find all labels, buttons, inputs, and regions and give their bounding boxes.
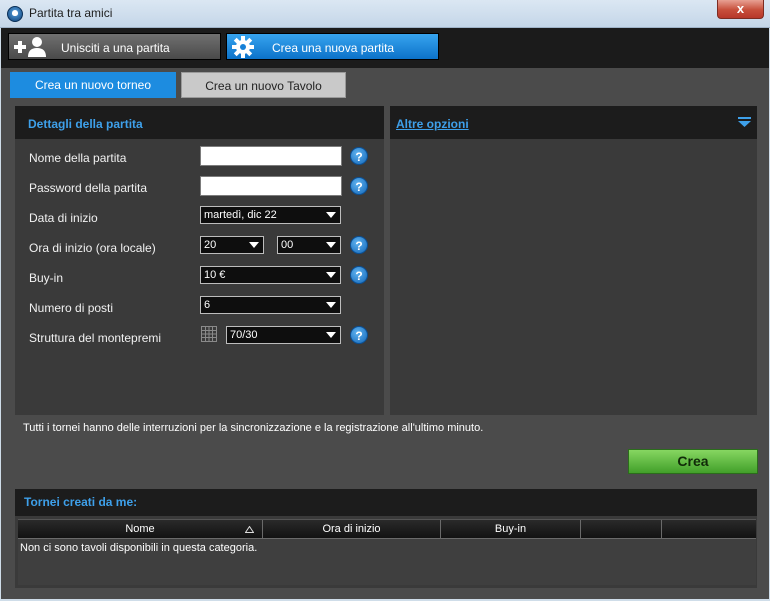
start-hour-select[interactable]: 20 (200, 236, 264, 254)
table-header: Nome Ora di inizio Buy-in (18, 520, 756, 539)
join-game-label: Unisciti a una partita (61, 41, 170, 55)
prize-structure-value: 70/30 (230, 329, 258, 341)
buyin-label: Buy-in (29, 271, 64, 285)
window-title: Partita tra amici (29, 6, 113, 20)
chevron-down-icon (326, 332, 336, 338)
buyin-select[interactable]: 10 € (200, 266, 341, 284)
game-details-title: Dettagli della partita (28, 117, 143, 131)
info-text: Tutti i tornei hanno delle interruzioni … (23, 422, 484, 434)
chevron-down-icon (326, 212, 336, 218)
game-name-input[interactable] (200, 146, 342, 166)
start-date-select[interactable]: martedì, dic 22 (200, 206, 341, 224)
column-extra-2[interactable] (661, 520, 756, 539)
start-time-label: Ora di inizio (ora locale) (29, 241, 156, 255)
calendar-icon[interactable] (201, 326, 217, 342)
start-minute-value: 00 (281, 239, 294, 251)
join-game-button[interactable]: Unisciti a una partita (8, 33, 221, 60)
help-icon[interactable]: ? (350, 147, 368, 165)
my-tournaments-title: Tornei creati da me: (24, 495, 138, 509)
more-options-link[interactable]: Altre opzioni (396, 117, 469, 131)
more-options-header[interactable]: Altre opzioni (390, 106, 757, 139)
column-start-time[interactable]: Ora di inizio (262, 520, 440, 539)
seats-select[interactable]: 6 (200, 296, 341, 314)
prize-structure-select[interactable]: 70/30 (226, 326, 341, 344)
tab-create-table[interactable]: Crea un nuovo Tavolo (181, 72, 346, 98)
chevron-down-icon (326, 272, 336, 278)
more-options-panel: Altre opzioni (390, 106, 757, 415)
chevron-down-icon (326, 302, 336, 308)
gear-icon (232, 36, 254, 58)
tab-create-tournament[interactable]: Crea un nuovo torneo (10, 72, 176, 98)
sort-ascending-icon (245, 526, 254, 533)
buyin-value: 10 € (204, 269, 226, 281)
create-button[interactable]: Crea (628, 449, 758, 474)
column-name[interactable]: Nome (18, 520, 262, 539)
seats-value: 6 (204, 299, 211, 311)
help-icon[interactable]: ? (350, 266, 368, 284)
expand-arrow-icon[interactable] (738, 117, 751, 127)
column-buyin[interactable]: Buy-in (440, 520, 580, 539)
add-user-icon (14, 37, 46, 57)
help-icon[interactable]: ? (350, 177, 368, 195)
create-game-label: Crea una nuova partita (272, 41, 395, 55)
game-password-input[interactable] (200, 176, 342, 196)
game-password-label: Password della partita (29, 181, 148, 195)
start-date-value: martedì, dic 22 (204, 209, 277, 221)
mode-bar: Unisciti a una partita Crea una nuova pa… (1, 28, 769, 68)
game-name-label: Nome della partita (29, 151, 127, 165)
chevron-down-icon (249, 242, 259, 248)
window-client: Unisciti a una partita Crea una nuova pa… (1, 28, 769, 599)
help-icon[interactable]: ? (350, 236, 368, 254)
game-details-header: Dettagli della partita (15, 106, 384, 139)
app-logo-icon (7, 6, 23, 22)
start-date-label: Data di inizio (29, 211, 98, 225)
my-tournaments-header: Tornei creati da me: (15, 489, 757, 516)
start-hour-value: 20 (204, 239, 217, 251)
prize-structure-label: Struttura del montepremi (29, 331, 162, 345)
window-titlebar: Partita tra amici x (0, 0, 770, 28)
close-button[interactable]: x (717, 0, 764, 19)
seats-label: Numero di posti (29, 301, 114, 315)
column-extra-1[interactable] (580, 520, 661, 539)
column-name-label: Nome (125, 523, 155, 535)
start-minute-select[interactable]: 00 (277, 236, 341, 254)
chevron-down-icon (326, 242, 336, 248)
help-icon[interactable]: ? (350, 326, 368, 344)
create-game-button[interactable]: Crea una nuova partita (226, 33, 439, 60)
game-details-panel: Dettagli della partita Nome della partit… (15, 106, 384, 415)
my-tournaments-panel: Tornei creati da me: Nome Ora di inizio … (15, 489, 757, 588)
tournaments-table[interactable]: Nome Ora di inizio Buy-in Non ci sono ta… (18, 519, 756, 585)
empty-list-message: Non ci sono tavoli disponibili in questa… (20, 542, 258, 554)
